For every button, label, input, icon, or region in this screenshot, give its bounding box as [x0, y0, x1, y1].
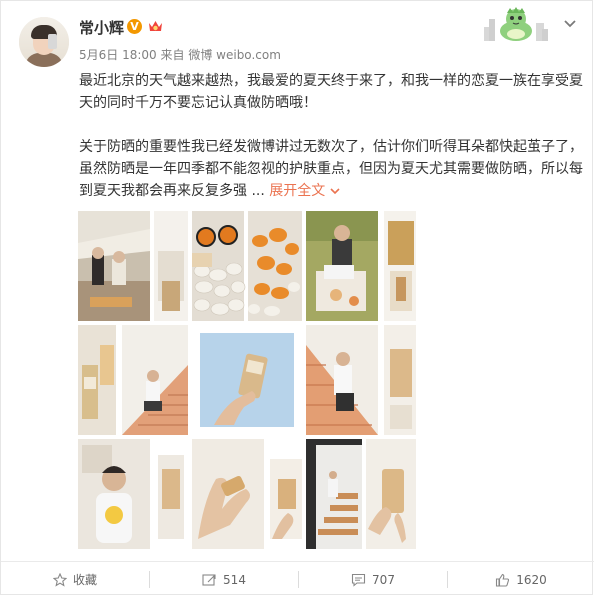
more-chevron-icon[interactable]: [563, 17, 577, 31]
photo-thumbnail[interactable]: [306, 211, 416, 321]
photo-thumbnail[interactable]: [306, 325, 416, 435]
repost-icon: [202, 573, 216, 586]
post-date[interactable]: 5月6日 18:00: [79, 48, 157, 62]
username[interactable]: 常小辉: [79, 17, 124, 38]
comment-icon: [351, 573, 366, 587]
photo-image: [306, 439, 416, 549]
photo-image: [78, 439, 188, 549]
star-icon: [52, 572, 67, 587]
photo-image: [78, 325, 188, 435]
photo-image: [192, 439, 302, 549]
photo-thumbnail[interactable]: [192, 325, 302, 435]
photo-thumbnail[interactable]: [78, 325, 188, 435]
photo-image: [192, 325, 302, 435]
repost-button[interactable]: 514: [150, 562, 298, 597]
like-button[interactable]: 1620: [448, 562, 594, 597]
dinosaur-mascot-icon: [484, 7, 548, 41]
post-source[interactable]: 微博 weibo.com: [188, 48, 281, 62]
comment-button[interactable]: 707: [299, 562, 447, 597]
photo-thumbnail[interactable]: [78, 439, 188, 549]
thumbs-up-icon: [496, 573, 510, 587]
photo-image: [306, 211, 416, 321]
post-content: 最近北京的天气越来越热，我最爱的夏天终于来了，和我一样的恋夏一族在享受夏天的同时…: [79, 70, 585, 202]
favorite-button[interactable]: 收藏: [1, 562, 149, 597]
photo-thumbnail[interactable]: [192, 211, 302, 321]
expand-full-text-link[interactable]: 展开全文: [269, 183, 340, 199]
weibo-post-card: 常小辉 V 5月6日 18:00 来自 微博 weibo.com 最近北京的天气…: [0, 0, 594, 597]
photo-thumbnail[interactable]: [78, 211, 188, 321]
comment-count: 707: [372, 572, 395, 587]
action-bar: 收藏 514 707 1620: [1, 561, 594, 597]
source-prefix: 来自: [160, 48, 185, 62]
photo-image: [306, 325, 416, 435]
chevron-down-icon: [330, 188, 340, 195]
user-avatar[interactable]: [19, 17, 69, 67]
post-paragraph-2: 关于防晒的重要性我已经发微博讲过无数次了，估计你们听得耳朵都快起茧子了，虽然防晒…: [79, 136, 585, 202]
photo-image: [78, 211, 188, 321]
photo-thumbnail[interactable]: [306, 439, 416, 549]
photo-image: [192, 211, 302, 321]
post-paragraph-1: 最近北京的天气越来越热，我最爱的夏天终于来了，和我一样的恋夏一族在享受夏天的同时…: [79, 73, 583, 111]
like-count: 1620: [516, 572, 547, 587]
favorite-label: 收藏: [72, 573, 97, 587]
verified-badge-icon[interactable]: V: [127, 19, 142, 34]
post-meta: 5月6日 18:00 来自 微博 weibo.com: [79, 46, 281, 63]
expand-label: 展开全文: [269, 183, 326, 199]
member-crown-icon[interactable]: [147, 18, 164, 34]
repost-count: 514: [223, 572, 246, 587]
photo-thumbnail[interactable]: [192, 439, 302, 549]
